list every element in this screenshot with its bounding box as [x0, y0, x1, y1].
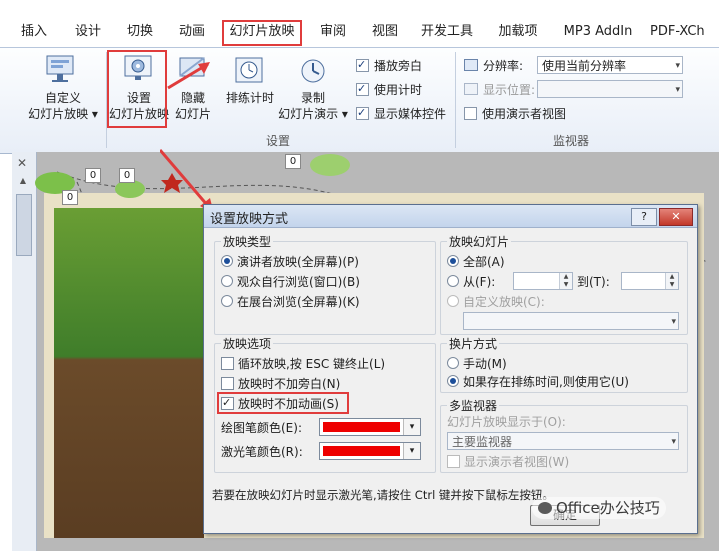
- laser-color-picker[interactable]: ▾: [319, 442, 421, 460]
- scroll-up-icon[interactable]: ▲: [16, 176, 30, 185]
- setup-group-label: 设置: [266, 134, 291, 148]
- display-on-label: 幻灯片放映显示于(O):: [447, 415, 566, 429]
- pen-color-label: 绘图笔颜色(E):: [221, 421, 302, 435]
- use-presenter-view-checkbox[interactable]: 使用演示者视图: [464, 106, 566, 122]
- leaf-decoration: [310, 154, 350, 176]
- animation-badge: 0: [62, 190, 78, 205]
- watermark: Office办公技巧: [532, 497, 666, 519]
- show-type-group: 放映类型 演讲者放映(全屏幕)(P) 观众自行浏览(窗口)(B) 在展台浏览(全…: [214, 233, 436, 335]
- laser-color-label: 激光笔颜色(R):: [221, 445, 303, 459]
- rehearse-timings-button[interactable]: 排练计时: [222, 90, 278, 106]
- close-pane-icon[interactable]: ✕: [17, 156, 27, 170]
- show-slides-group: 放映幻灯片 全部(A) 从(F): ▲ ▼ 到(T): ▲ ▼ 自定义放映(C): …: [440, 233, 688, 335]
- custom-show-dropdown[interactable]: ▾: [463, 312, 679, 330]
- to-slide-spinner[interactable]: ▲ ▼: [621, 272, 679, 290]
- advance-slides-group: 换片方式 手动(M) 如果存在排练时间,则使用它(U): [440, 335, 688, 393]
- display-on-label: 显示位置:: [464, 82, 535, 98]
- tab-add-ins[interactable]: 加载项: [492, 21, 544, 43]
- from-slide-spinner[interactable]: ▲ ▼: [513, 272, 573, 290]
- play-narrations-checkbox[interactable]: 播放旁白: [356, 57, 422, 74]
- help-button[interactable]: ?: [631, 208, 657, 226]
- highlight-setup-button: [107, 50, 167, 128]
- manually-radio[interactable]: 手动(M): [447, 356, 507, 372]
- custom-show-button[interactable]: 自定义 幻灯片放映 ▾: [28, 90, 98, 122]
- show-media-controls-checkbox[interactable]: 显示媒体控件: [356, 105, 446, 122]
- multiple-monitors-group: 多监视器 幻灯片放映显示于(O): 主要监视器 ▾ 显示演示者视图(W): [440, 397, 688, 473]
- record-icon: [298, 56, 328, 86]
- from-slide-radio[interactable]: 从(F):: [447, 274, 495, 290]
- use-timings-radio[interactable]: 如果存在排练时间,则使用它(U): [447, 374, 629, 390]
- to-slide-label: 到(T):: [577, 275, 610, 289]
- tab-transitions[interactable]: 切换: [118, 21, 162, 43]
- dialog-title-bar: 设置放映方式 ? ✕: [204, 205, 697, 228]
- all-slides-radio[interactable]: 全部(A): [447, 254, 505, 270]
- kiosk-fullscreen-radio[interactable]: 在展台浏览(全屏幕)(K): [221, 294, 360, 310]
- resolution-label: 分辨率:: [464, 58, 523, 74]
- animation-badge: 0: [119, 168, 135, 183]
- tab-view[interactable]: 视图: [363, 21, 407, 43]
- show-presenter-view-checkbox[interactable]: 显示演示者视图(W): [447, 454, 569, 470]
- without-narration-checkbox[interactable]: 放映时不加旁白(N): [221, 376, 340, 392]
- setup-show-dialog: 设置放映方式 ? ✕ 放映类型 演讲者放映(全屏幕)(P) 观众自行浏览(窗口)…: [203, 204, 698, 534]
- show-slides-legend: 放映幻灯片: [447, 233, 512, 250]
- highlight-no-animation: [217, 392, 349, 414]
- highlight-slide-show-tab: [222, 20, 302, 46]
- pen-color-picker[interactable]: ▾: [319, 418, 421, 436]
- display-monitor-dropdown[interactable]: 主要监视器 ▾: [447, 432, 679, 450]
- monitors-group-label: 监视器: [553, 134, 590, 148]
- close-button[interactable]: ✕: [659, 208, 693, 226]
- ribbon-tab-bar: 插入 设计 切换 动画 幻灯片放映 审阅 视图 开发工具 加载项 MP3 Add…: [0, 17, 719, 47]
- presenter-fullscreen-radio[interactable]: 演讲者放映(全屏幕)(P): [221, 254, 359, 270]
- individual-window-radio[interactable]: 观众自行浏览(窗口)(B): [221, 274, 360, 290]
- wechat-icon: [538, 502, 552, 514]
- ribbon-separator: [455, 52, 456, 148]
- tab-design[interactable]: 设计: [66, 21, 110, 43]
- show-options-legend: 放映选项: [221, 335, 274, 352]
- record-slide-show-button[interactable]: 录制 幻灯片演示 ▾: [276, 90, 350, 122]
- tab-insert[interactable]: 插入: [14, 21, 54, 43]
- tab-developer[interactable]: 开发工具: [416, 21, 478, 43]
- advance-slides-legend: 换片方式: [447, 335, 500, 352]
- resolution-dropdown[interactable]: 使用当前分辨率 ▾: [537, 56, 683, 74]
- tab-mp3-addin[interactable]: MP3 AddIn: [558, 21, 638, 43]
- use-timings-checkbox[interactable]: 使用计时: [356, 81, 422, 98]
- animation-badge: 0: [285, 154, 301, 169]
- pane-scrollbar[interactable]: [16, 194, 32, 256]
- animation-badge: 0: [85, 168, 101, 183]
- custom-show-radio[interactable]: 自定义放映(C):: [447, 294, 545, 310]
- rehearse-timings-icon: [234, 56, 264, 86]
- multiple-monitors-legend: 多监视器: [447, 397, 500, 414]
- display-on-dropdown[interactable]: ▾: [537, 80, 683, 98]
- laser-pointer-hint: 若要在放映幻灯片时显示激光笔,请按住 Ctrl 键并按下鼠标左按钮。: [212, 488, 554, 502]
- custom-show-icon: [44, 54, 78, 84]
- tab-review[interactable]: 审阅: [311, 21, 355, 43]
- loop-until-esc-checkbox[interactable]: 循环放映,按 ESC 键终止(L): [221, 356, 385, 372]
- tab-animations[interactable]: 动画: [170, 21, 214, 43]
- show-type-legend: 放映类型: [221, 233, 274, 250]
- slides-pane[interactable]: ✕ ▲: [12, 152, 37, 551]
- tab-pdf-xchange[interactable]: PDF-XCh: [650, 21, 718, 43]
- show-options-group: 放映选项 循环放映,按 ESC 键终止(L) 放映时不加旁白(N) 放映时不加动…: [214, 335, 436, 473]
- ribbon: 自定义 幻灯片放映 ▾ 设置 幻灯片放映 隐藏 幻灯片 排练计时 录制 幻灯片演示 ▾ …: [0, 47, 719, 154]
- dialog-title: 设置放映方式: [210, 212, 289, 227]
